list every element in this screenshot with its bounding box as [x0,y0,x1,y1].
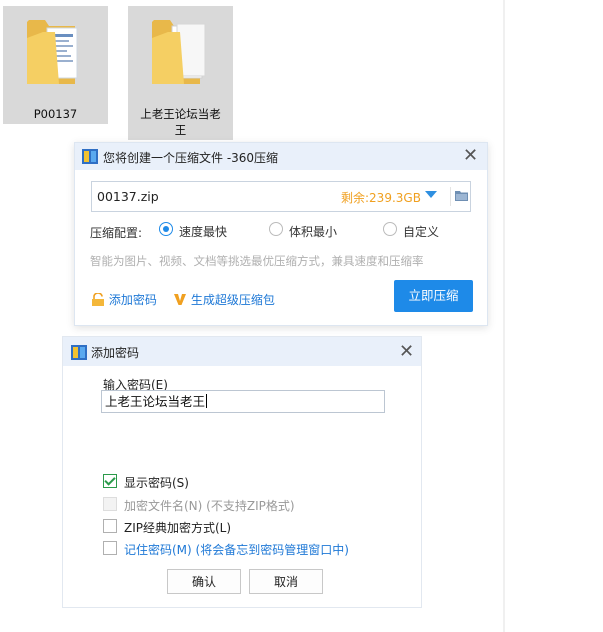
super-compress-label[interactable]: 生成超级压缩包 [191,293,275,307]
option-custom-label[interactable]: 自定义 [403,223,439,240]
radio-selected[interactable] [159,222,173,236]
remaining-space: 剩余:239.3GB [341,191,421,205]
desktop-edge [503,0,505,632]
remember-password-note: (将会备忘到密码管理窗口中) [195,543,349,557]
cancel-button[interactable]: 取消 [249,569,323,594]
folder-icon [27,20,78,84]
folder-icon [152,20,206,84]
password-dialog: 添加密码 ✕ 输入密码(E) 上老王论坛当老王 显示密码(S) 加密文件名(N)… [62,336,422,608]
text-caret [206,394,208,408]
compress-hint: 智能为图片、视频、文档等挑选最优压缩方式，兼具速度和压缩率 [90,254,424,268]
checkbox-checked[interactable] [103,474,117,488]
radio[interactable] [383,222,397,236]
show-password-label[interactable]: 显示密码(S) [124,474,189,491]
folder-p00137[interactable]: P00137 [3,6,108,124]
checkbox-disabled [103,497,117,511]
compress-dialog-title: 您将创建一个压缩文件 -360压缩 [103,151,279,165]
v-badge-icon [174,294,186,305]
add-password-label[interactable]: 添加密码 [109,293,157,307]
option-fastest-label[interactable]: 速度最快 [179,223,227,240]
remember-password-label[interactable]: 记住密码(M) (将会备忘到密码管理窗口中) [124,541,349,558]
close-icon[interactable]: ✕ [463,147,478,165]
close-icon[interactable]: ✕ [399,343,414,361]
radio[interactable] [269,222,283,236]
super-compress-link[interactable]: 生成超级压缩包 [173,291,275,308]
zip-classic-label[interactable]: ZIP经典加密方式(L) [124,519,231,536]
password-dialog-titlebar[interactable]: 添加密码 ✕ [63,337,421,366]
add-password-link[interactable]: 添加密码 [91,291,157,308]
folder-laowang[interactable]: 上老王论坛当老 王 [128,6,233,140]
chevron-down-icon[interactable] [425,191,437,198]
browse-folder-icon[interactable] [455,189,468,202]
archive-app-icon [82,149,98,164]
option-smallest-label[interactable]: 体积最小 [289,223,337,240]
compress-now-button[interactable]: 立即压缩 [394,280,473,312]
compress-dialog: 您将创建一个压缩文件 -360压缩 ✕ 00137.zip 剩余:239.3GB… [74,142,488,326]
password-input[interactable]: 上老王论坛当老王 [101,390,385,413]
archive-path-field[interactable]: 00137.zip 剩余:239.3GB [91,181,471,212]
ok-button[interactable]: 确认 [167,569,241,594]
encrypt-filenames-note: (不支持ZIP格式) [206,499,295,513]
lock-icon [92,292,104,306]
archive-app-icon [71,345,87,360]
folder-label: P00137 [33,107,78,121]
folder-label-line1: 上老王论坛当老 [140,107,221,121]
password-value[interactable]: 上老王论坛当老王 [105,394,205,409]
folder-label-line2: 王 [174,123,187,137]
encrypt-filenames-label: 加密文件名(N) (不支持ZIP格式) [124,499,295,513]
checkbox[interactable] [103,541,117,555]
compress-dialog-titlebar[interactable]: 您将创建一个压缩文件 -360压缩 ✕ [75,143,487,170]
archive-filename[interactable]: 00137.zip [97,189,159,204]
checkbox[interactable] [103,519,117,533]
password-dialog-title: 添加密码 [91,346,140,360]
compress-config-label: 压缩配置: [90,226,143,240]
divider [450,187,451,206]
